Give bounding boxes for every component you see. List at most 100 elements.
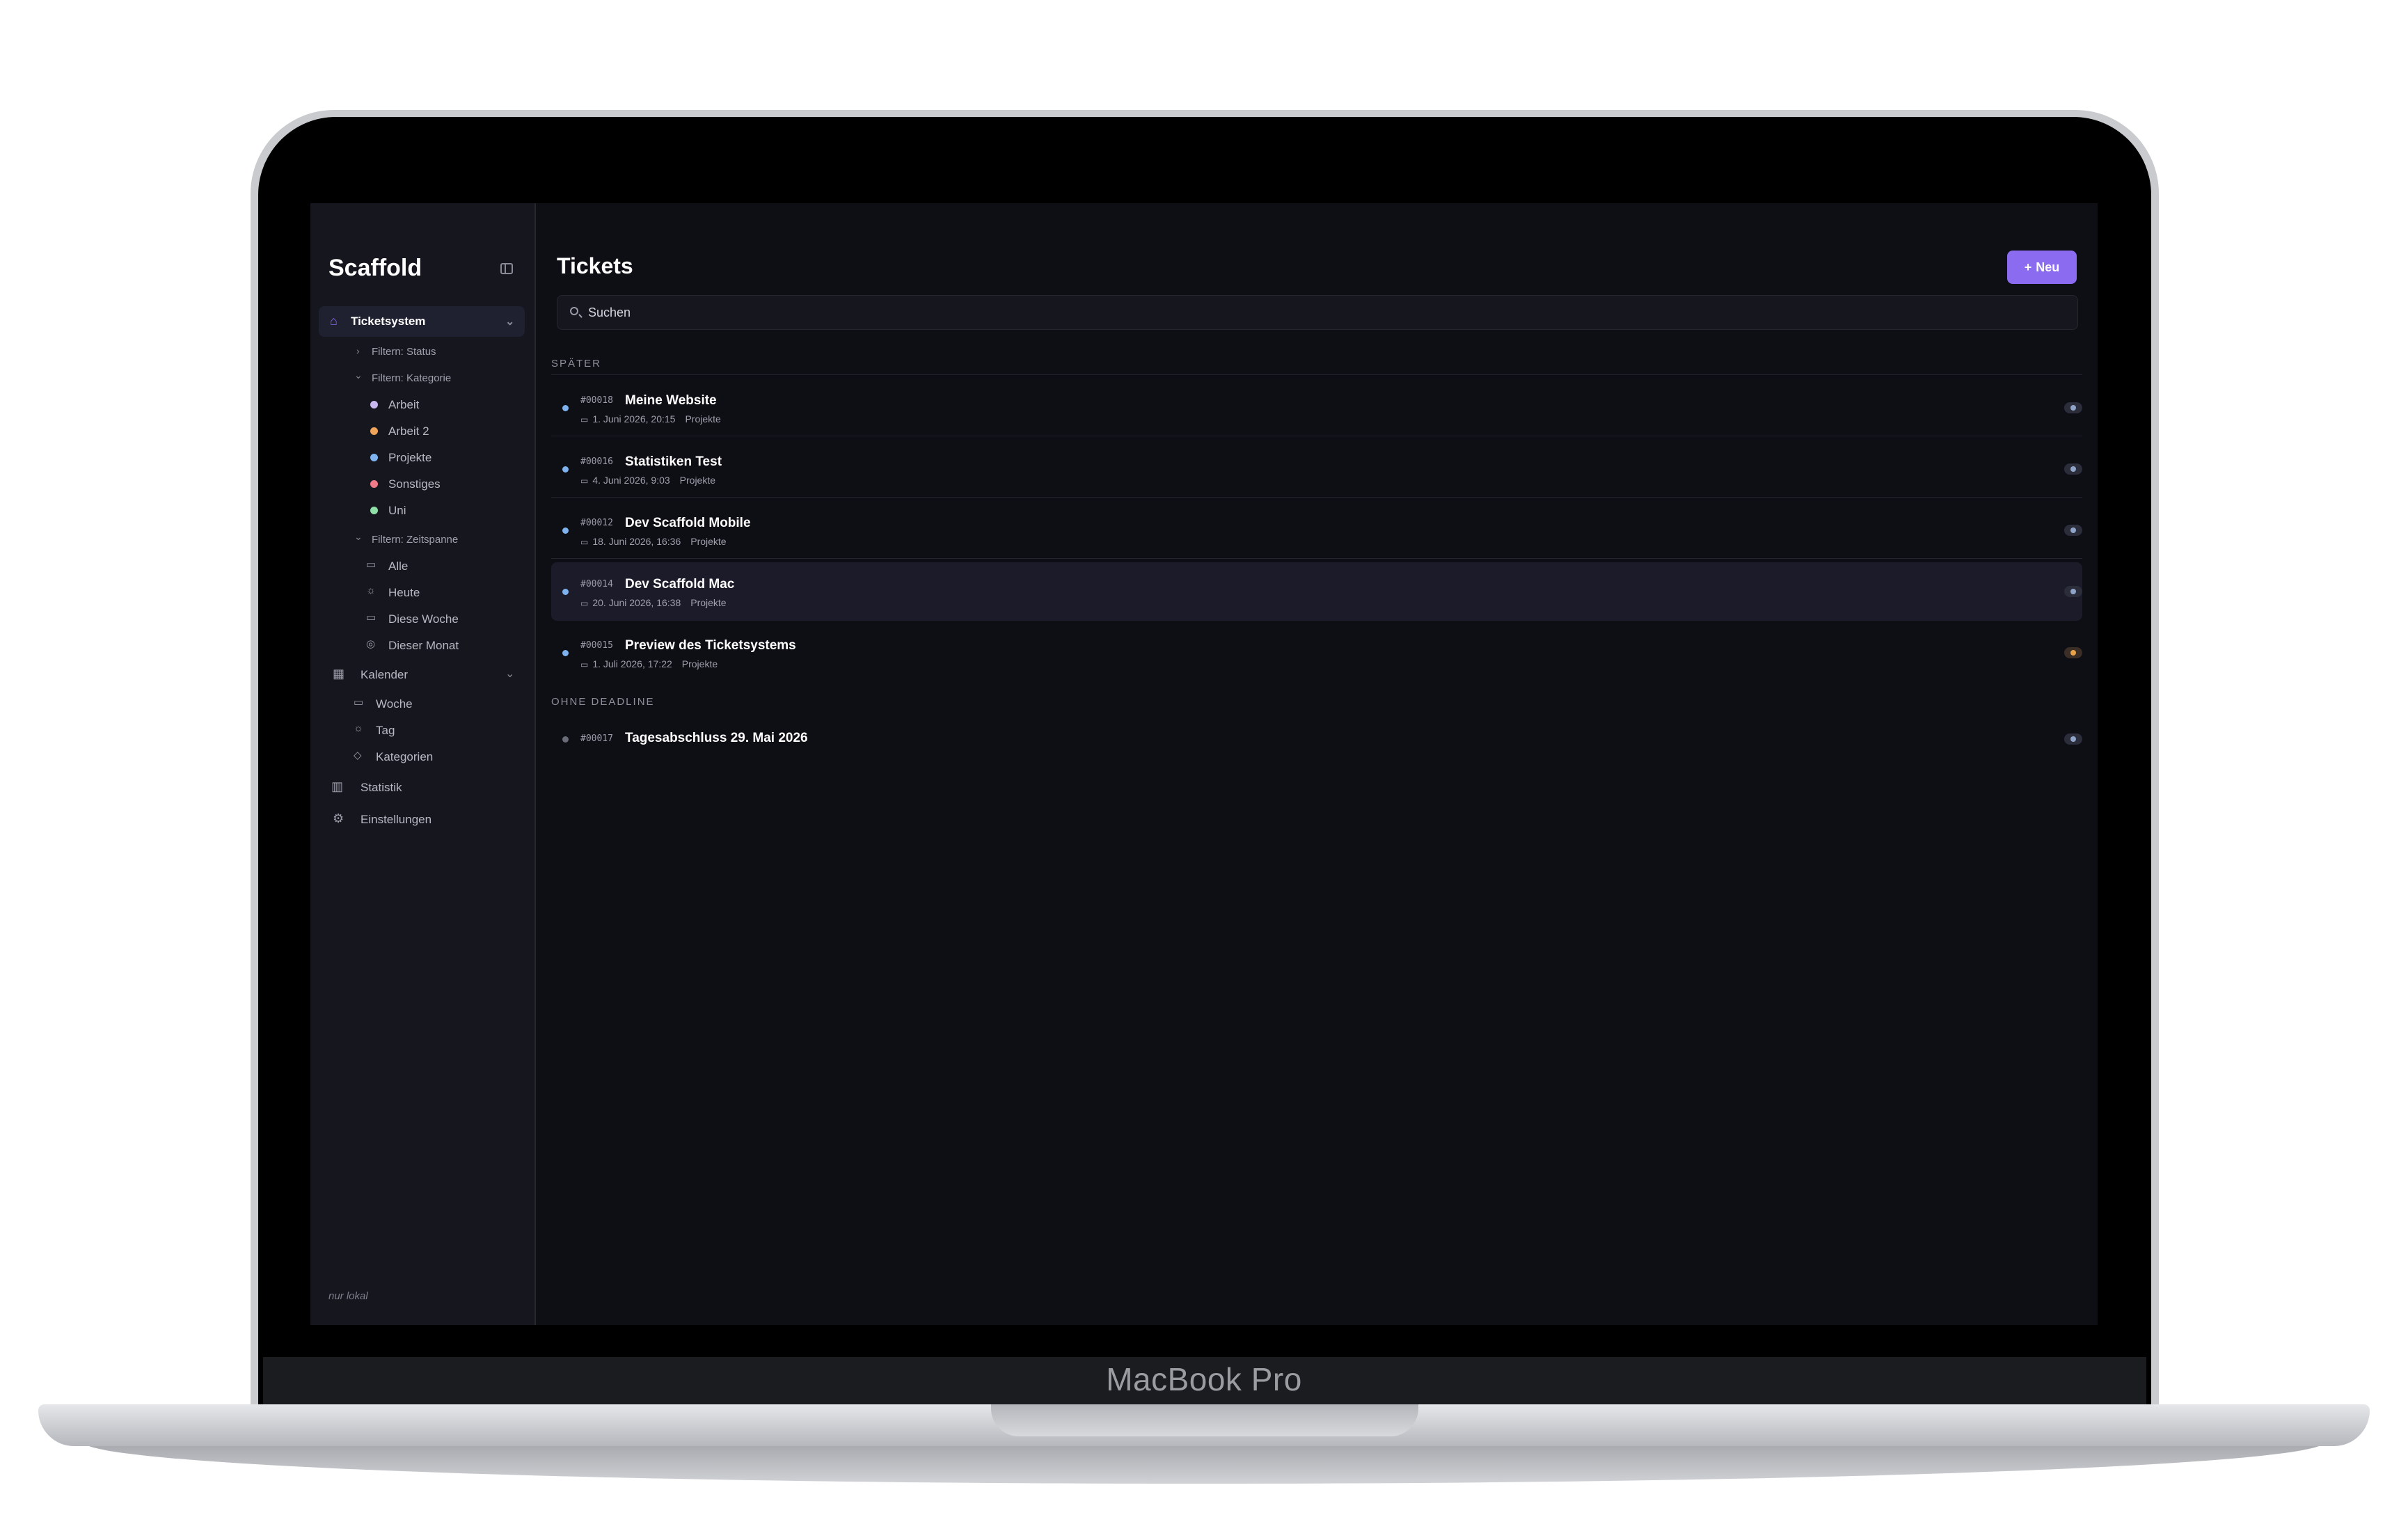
category-item-arbeit-2[interactable]: Arbeit 2 (310, 419, 534, 443)
zeitspanne-item-diese-woche[interactable]: ▭ Diese Woche (310, 607, 534, 630)
ticket-deadline: 18. Juni 2026, 16:36 (592, 536, 681, 547)
ticket-row[interactable]: #00018 Meine Website ▭ 1. Juni 2026, 20:1… (551, 380, 2082, 436)
chevron-down-icon[interactable]: ⌄ (505, 315, 514, 328)
category-label: Arbeit 2 (388, 425, 429, 438)
category-item-projekte[interactable]: Projekte (310, 445, 534, 469)
ticket-deadline: 4. Juni 2026, 9:03 (592, 475, 670, 486)
ticket-number: #00014 (580, 579, 613, 589)
kalender-item-label: Tag (376, 724, 395, 737)
new-ticket-button[interactable]: + Neu (2007, 251, 2077, 284)
divider (551, 497, 2082, 498)
zeitspanne-label: Diese Woche (388, 612, 459, 626)
category-color-dot (562, 466, 569, 473)
chevron-right-icon: › (356, 345, 360, 356)
ticket-number: #00018 (580, 395, 613, 406)
kalender-item-tag[interactable]: ☼ Tag (310, 718, 534, 742)
sun-icon: ☼ (354, 722, 363, 734)
month-icon: ◎ (366, 638, 376, 650)
category-color-dot (562, 589, 569, 595)
ticket-title: Preview des Ticketsystems (625, 638, 796, 653)
filter-status-label: Filtern: Status (372, 346, 436, 358)
ticket-row[interactable]: #00017 Tagesabschluss 29. Mai 2026 (551, 718, 2082, 760)
category-item-arbeit[interactable]: Arbeit (310, 392, 534, 416)
sun-icon: ☼ (366, 585, 376, 596)
category-item-uni[interactable]: Uni (310, 498, 534, 522)
zeitspanne-label: Heute (388, 586, 420, 599)
calendar-week-icon: ▭ (366, 612, 377, 624)
sidebar-toggle-icon[interactable] (500, 263, 513, 274)
section-label: SPÄTER (551, 358, 602, 370)
category-color-dot (562, 650, 569, 656)
plus-icon: + (2024, 260, 2032, 274)
calendar-icon: ▭ (580, 598, 589, 608)
category-color-dot (370, 401, 378, 408)
calendar-icon: ▭ (580, 415, 589, 425)
ticket-category: Projekte (681, 658, 718, 669)
new-button-label: Neu (2036, 260, 2060, 274)
ticket-category: Projekte (690, 536, 727, 547)
category-color-dot (562, 527, 569, 534)
category-label: Projekte (388, 451, 432, 464)
status-toggle[interactable] (2064, 525, 2082, 536)
category-color-dot (370, 480, 378, 488)
category-color-dot (370, 454, 378, 461)
sidebar-item-statistik[interactable]: ▥ Statistik (310, 771, 534, 803)
page-title: Tickets (557, 253, 633, 278)
search-input[interactable]: Suchen (588, 306, 631, 320)
kalender-item-label: Woche (376, 697, 413, 711)
section-label: OHNE DEADLINE (551, 696, 655, 708)
zeitspanne-item-dieser-monat[interactable]: ◎ Dieser Monat (310, 633, 534, 657)
status-toggle[interactable] (2064, 586, 2082, 597)
search-icon (570, 307, 578, 315)
search-field[interactable]: Suchen (557, 295, 2078, 330)
laptop-base-underside (84, 1441, 2324, 1484)
status-toggle[interactable] (2064, 647, 2082, 658)
filter-zeitspanne-label: Filtern: Zeitspanne (372, 534, 459, 546)
app-window: Scaffold ⌂ Ticketsystem ⌄ › Filtern: Sta… (310, 203, 2098, 1325)
filter-status-toggle[interactable]: › Filtern: Status (310, 341, 534, 363)
gear-icon: ⚙ (333, 811, 344, 825)
status-toggle[interactable] (2064, 733, 2082, 745)
laptop-lid-notch (991, 1404, 1418, 1436)
ticket-number: #00012 (580, 518, 613, 528)
status-toggle[interactable] (2064, 463, 2082, 475)
ticket-row[interactable]: #00012 Dev Scaffold Mobile ▭ 18. Juni 202… (551, 502, 2082, 558)
category-color-dot (562, 405, 569, 411)
inbox-icon: ⌂ (330, 314, 338, 328)
status-toggle[interactable] (2064, 402, 2082, 413)
ticket-row[interactable]: #00016 Statistiken Test ▭ 4. Juni 2026, 9… (551, 441, 2082, 497)
sidebar-item-label: Statistik (361, 781, 402, 794)
sidebar-item-ticketsystem[interactable]: ⌂ Ticketsystem ⌄ (319, 306, 525, 337)
sidebar-item-einstellungen[interactable]: ⚙ Einstellungen (310, 803, 534, 835)
kalender-item-label: Kategorien (376, 750, 434, 763)
chevron-down-icon[interactable]: ⌄ (505, 667, 514, 681)
category-color-dot (370, 507, 378, 514)
sidebar-item-label: Einstellungen (361, 813, 432, 826)
filter-zeitspanne-toggle[interactable]: ⌄ Filtern: Zeitspanne (310, 529, 534, 551)
ticket-category: Projekte (679, 475, 716, 486)
sidebar-item-label: Ticketsystem (351, 315, 426, 328)
divider (551, 558, 2082, 559)
ticket-number: #00015 (580, 640, 613, 651)
calendar-icon: ▭ (580, 537, 589, 547)
calendar-icon: ▭ (354, 697, 364, 708)
sidebar: Scaffold ⌂ Ticketsystem ⌄ › Filtern: Sta… (310, 203, 536, 1325)
zeitspanne-item-heute[interactable]: ☼ Heute (310, 580, 534, 604)
calendar-icon: ▭ (580, 476, 589, 486)
kalender-item-woche[interactable]: ▭ Woche (310, 692, 534, 715)
category-label: Uni (388, 504, 406, 517)
ticket-deadline: 1. Juni 2026, 20:15 (592, 413, 676, 425)
category-item-sonstiges[interactable]: Sonstiges (310, 472, 534, 495)
kalender-item-kategorien[interactable]: ◇ Kategorien (310, 745, 534, 768)
ticket-row-selected[interactable]: #00014 Dev Scaffold Mac ▭ 20. Juni 2026, … (551, 562, 2082, 621)
ticket-title: Tagesabschluss 29. Mai 2026 (625, 731, 808, 745)
ticket-title: Meine Website (625, 393, 717, 408)
ticket-row[interactable]: #00015 Preview des Ticketsystems ▭ 1. Jul… (551, 625, 2082, 681)
sidebar-item-kalender[interactable]: ▦ Kalender ⌄ (310, 658, 534, 690)
zeitspanne-item-alle[interactable]: ▭ Alle (310, 554, 534, 578)
category-color-dot (370, 427, 378, 435)
filter-kategorie-toggle[interactable]: ⌄ Filtern: Kategorie (310, 367, 534, 390)
app-title: Scaffold (328, 255, 422, 281)
category-color-dot (562, 736, 569, 743)
ticket-title: Statistiken Test (625, 454, 722, 469)
